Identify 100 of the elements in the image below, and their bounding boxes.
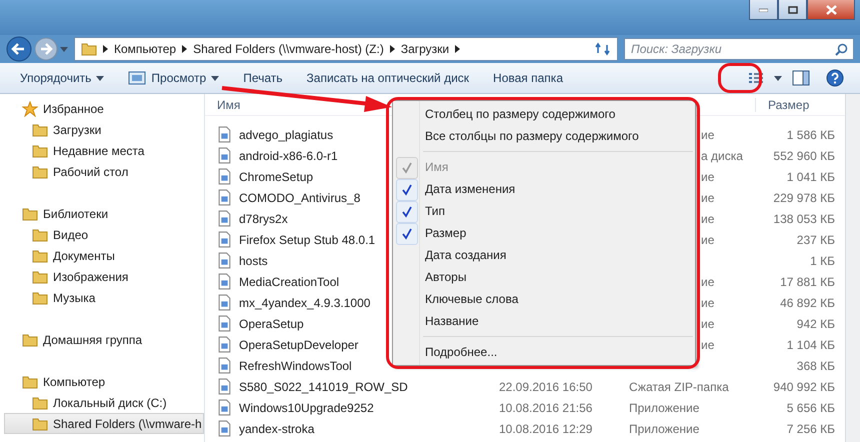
breadcrumb[interactable]: Загрузки: [400, 42, 450, 56]
size-cell-text: 368 КБ: [796, 358, 836, 372]
file-icon: [216, 189, 233, 206]
nav-item[interactable]: Рабочий стол: [0, 161, 204, 182]
folder-icon: [32, 122, 48, 138]
breadcrumb[interactable]: Компьютер: [114, 42, 176, 56]
menu-item[interactable]: Тип: [393, 200, 695, 222]
search-icon: [835, 43, 848, 56]
nav-item[interactable]: Недавние места: [0, 140, 204, 161]
nav-item[interactable]: Избранное: [0, 98, 204, 119]
file-icon: [216, 357, 233, 374]
size-cell-text: 229 978 КБ: [772, 190, 836, 204]
type-cell-text: ие: [700, 212, 714, 226]
file-name[interactable]: yandex-stroka: [205, 420, 495, 437]
menu-item[interactable]: Подробнее...: [393, 341, 695, 363]
nav-item[interactable]: Загрузки: [0, 119, 204, 140]
file-icon: [216, 210, 233, 227]
type-cell-text: ие: [700, 170, 714, 184]
nav-item[interactable]: Локальный диск (C:): [0, 392, 204, 413]
file-icon: [216, 294, 233, 311]
folder-icon: [32, 142, 48, 158]
file-icon: [216, 273, 233, 290]
file-icon: [216, 378, 233, 395]
search-field[interactable]: Поиск: Загрузки: [624, 38, 854, 60]
back-icon[interactable]: [6, 36, 32, 62]
highlight-ring: [718, 63, 762, 93]
refresh-icon[interactable]: [595, 42, 611, 56]
folder-icon: [32, 268, 48, 284]
menu-item[interactable]: Столбец по размеру содержимого: [393, 103, 695, 125]
nav-item[interactable]: Документы: [0, 245, 204, 266]
menu-item[interactable]: Название: [393, 310, 695, 332]
minimize-button[interactable]: [749, 0, 778, 20]
toolbar-button[interactable]: Печать: [233, 67, 293, 89]
type-cell-text: ие: [700, 232, 714, 246]
menu-item[interactable]: Дата изменения: [393, 178, 695, 200]
file-icon: [216, 147, 233, 164]
preview-icon: [128, 71, 146, 85]
help-icon: [826, 69, 844, 87]
menu-item[interactable]: Ключевые слова: [393, 288, 695, 310]
type-cell-text: ие: [700, 316, 714, 330]
date-cell-text: 10.08.2016 21:56: [498, 400, 592, 414]
type-cell-text: Приложение: [628, 400, 700, 414]
folder-icon: [81, 42, 97, 56]
close-icon: [826, 4, 836, 14]
minimize-icon: [759, 8, 768, 12]
chevron-icon: [455, 45, 460, 53]
file-icon: [216, 399, 233, 416]
file-name[interactable]: Windows10Upgrade9252: [205, 399, 495, 416]
type-cell-text: Приложение: [628, 422, 700, 436]
menu-item[interactable]: Размер: [393, 222, 695, 244]
type-cell-text: ие: [700, 274, 714, 288]
size-cell-text: 138 053 КБ: [772, 212, 836, 226]
toolbar-button[interactable]: Просмотр: [118, 67, 230, 89]
size-cell-text: 1 104 КБ: [786, 338, 836, 352]
file-icon: [216, 420, 233, 437]
nav-item[interactable]: Компьютер: [0, 371, 204, 392]
date-cell-text: 10.08.2016 12:29: [498, 422, 592, 436]
file-icon: [216, 168, 233, 185]
nav-item[interactable]: Библиотеки: [0, 203, 204, 224]
nav-item[interactable]: Изображения: [0, 266, 204, 287]
folder-icon: [32, 226, 48, 242]
nav-item[interactable]: Shared Folders (\\vmware-h: [4, 413, 204, 434]
size-cell-text: 1 586 КБ: [786, 128, 836, 142]
breadcrumb[interactable]: Shared Folders (\\vmware-host) (Z:): [193, 42, 384, 56]
nav-item[interactable]: Музыка: [0, 287, 204, 308]
chevron-icon: [390, 45, 395, 53]
close-button[interactable]: [807, 0, 855, 20]
chevron-icon: [182, 45, 188, 53]
maximize-icon: [788, 6, 798, 14]
nav-item[interactable]: Видео: [0, 224, 204, 245]
file-icon: [216, 336, 233, 353]
folder-icon: [32, 164, 48, 180]
folder-icon: [22, 332, 38, 348]
file-name[interactable]: S580_S022_141019_ROW_SD: [205, 378, 495, 395]
size-cell-text: 46 892 КБ: [779, 296, 836, 310]
chevron-icon: [103, 45, 108, 53]
type-cell-text: ие: [700, 296, 714, 310]
folder-icon: [22, 206, 38, 222]
menu-item[interactable]: Авторы: [393, 266, 695, 288]
folder-icon: [32, 416, 48, 432]
caret-icon: [211, 76, 220, 80]
file-icon: [216, 231, 233, 248]
address-bar[interactable]: Компьютер Shared Folders (\\vmware-host) (Z:) Загрузки: [74, 37, 618, 61]
menu-item[interactable]: Дата создания: [393, 244, 695, 266]
caret-icon: [60, 46, 68, 52]
star-icon: [22, 100, 38, 116]
toolbar-button[interactable]: Упорядочить: [10, 67, 114, 89]
type-cell-text: а диска: [700, 148, 743, 162]
maximize-button[interactable]: [778, 0, 807, 20]
caret-icon: [774, 76, 782, 80]
menu-item[interactable]: Все столбцы по размеру содержимого: [393, 125, 695, 147]
file-icon: [216, 126, 233, 143]
scrollbar[interactable]: [845, 94, 860, 442]
nav-item[interactable]: Домашняя группа: [0, 329, 204, 350]
toolbar-button[interactable]: Записать на оптический диск: [296, 67, 480, 89]
size-cell-text: 5 656 КБ: [786, 400, 836, 414]
caret-icon: [96, 76, 104, 80]
pane-icon: [792, 70, 810, 86]
folder-icon: [22, 374, 38, 390]
toolbar-button[interactable]: Новая папка: [483, 67, 573, 89]
